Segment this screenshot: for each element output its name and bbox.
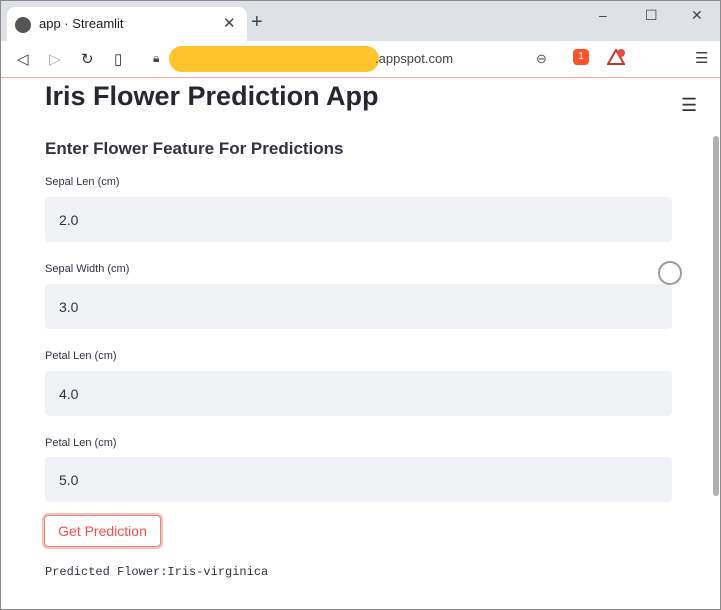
sepal-width-label: Sepal Width (cm)	[45, 263, 130, 275]
browser-menu-icon[interactable]: ☰	[695, 49, 708, 67]
bookmark-icon[interactable]: ▯	[114, 50, 122, 68]
reload-icon[interactable]: ↻	[81, 50, 94, 68]
browser-tab[interactable]: app · Streamlit ✕	[7, 7, 247, 41]
petal-len-label-2: Petal Len (cm)	[45, 437, 117, 449]
get-prediction-button[interactable]: Get Prediction	[44, 515, 161, 547]
scrollbar-thumb[interactable]	[713, 136, 719, 496]
petal-len-input[interactable]	[45, 371, 672, 416]
scrollbar[interactable]	[712, 78, 720, 609]
petal-len-label: Petal Len (cm)	[45, 350, 117, 362]
zoom-icon[interactable]: ⊖	[536, 51, 547, 67]
petal-len-input-2[interactable]	[45, 457, 672, 502]
sepal-width-input[interactable]	[45, 284, 672, 329]
address-bar[interactable]: 🔒︎ .appspot.com ⊖	[147, 45, 559, 72]
prediction-result: Predicted Flower:Iris-virginica	[45, 565, 269, 579]
rewards-warning-icon[interactable]	[607, 49, 625, 65]
browser-window: app · Streamlit ✕ + – ☐ ✕ ◁ ▷ ↻ ▯ 🔒︎ .ap…	[0, 0, 721, 610]
app-menu-icon[interactable]: ☰	[681, 95, 697, 116]
url-text[interactable]: .appspot.com	[375, 51, 453, 66]
lock-icon: 🔒︎	[153, 51, 160, 65]
brave-shield-icon[interactable]: 1	[573, 49, 589, 65]
maximize-button[interactable]: ☐	[645, 7, 658, 24]
app-page: Iris Flower Prediction App ☰ Enter Flowe…	[1, 78, 720, 609]
tab-strip: app · Streamlit ✕ + – ☐ ✕	[1, 1, 720, 41]
back-icon[interactable]: ◁	[17, 50, 29, 68]
section-subheading: Enter Flower Feature For Predictions	[45, 139, 344, 158]
sepal-len-input[interactable]	[45, 197, 672, 242]
close-window-button[interactable]: ✕	[691, 7, 703, 24]
forward-icon[interactable]: ▷	[49, 50, 61, 68]
tab-close-icon[interactable]: ✕	[223, 14, 236, 32]
sepal-len-label: Sepal Len (cm)	[45, 176, 120, 188]
redacted-url-segment	[169, 46, 379, 72]
tab-title: app · Streamlit	[39, 16, 124, 31]
cursor-indicator	[658, 261, 682, 285]
new-tab-button[interactable]: +	[251, 12, 263, 32]
streamlit-favicon-icon	[15, 17, 31, 33]
page-title: Iris Flower Prediction App	[45, 81, 379, 111]
minimize-button[interactable]: –	[599, 7, 607, 23]
